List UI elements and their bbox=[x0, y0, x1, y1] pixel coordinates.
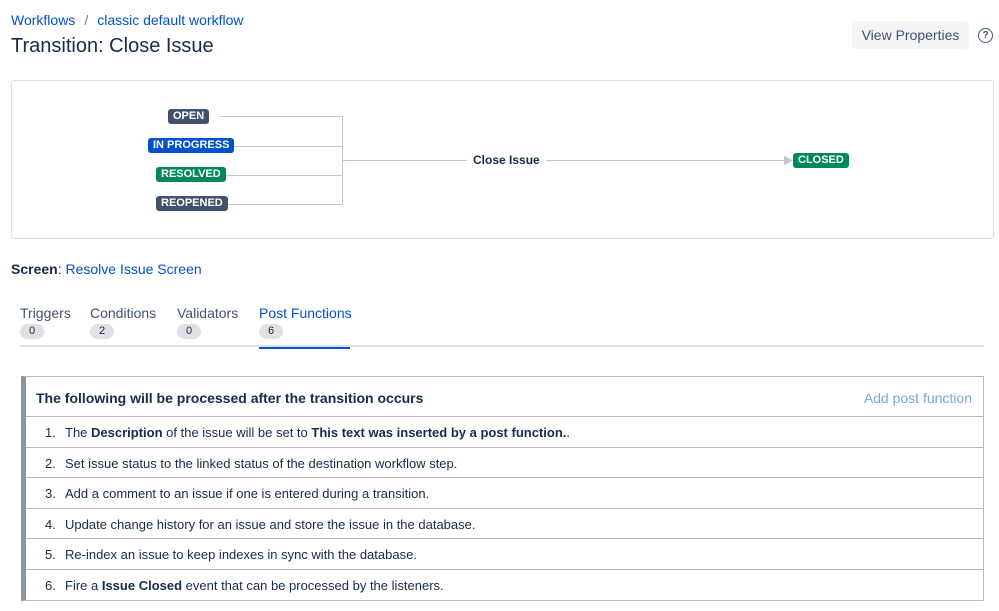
post-function-row: 5. Re-index an issue to keep indexes in … bbox=[26, 539, 983, 570]
tab-conditions-count: 2 bbox=[90, 324, 114, 339]
tab-validators-count: 0 bbox=[177, 324, 201, 339]
post-function-number: 2. bbox=[45, 455, 56, 471]
breadcrumb-separator: / bbox=[84, 12, 89, 28]
breadcrumb: Workflows / classic default workflow bbox=[11, 12, 243, 28]
post-function-row: 6. Fire a Issue Closed event that can be… bbox=[26, 570, 983, 601]
post-function-text: Set issue status to the linked status of… bbox=[65, 455, 458, 471]
tab-validators-label: Validators bbox=[177, 305, 239, 321]
post-function-number: 4. bbox=[45, 516, 56, 532]
tab-conditions-label: Conditions bbox=[90, 305, 157, 321]
post-function-row: 3. Add a comment to an issue if one is e… bbox=[26, 478, 983, 509]
screen-colon: : bbox=[57, 261, 62, 277]
text-bold: Issue Closed bbox=[101, 577, 183, 593]
status-closed-lozenge: CLOSED bbox=[793, 153, 849, 168]
help-icon[interactable]: ? bbox=[978, 28, 993, 43]
post-function-text: Re-index an issue to keep indexes in syn… bbox=[65, 547, 417, 562]
tab-triggers-count: 0 bbox=[20, 324, 44, 339]
tab-post-functions[interactable]: Post Functions 6 bbox=[259, 305, 352, 349]
post-function-row: 2. Set issue status to the linked status… bbox=[26, 448, 983, 478]
breadcrumb-workflow-link[interactable]: classic default workflow bbox=[97, 12, 243, 28]
text-part: The bbox=[65, 425, 92, 440]
post-function-text: Update change history for an issue and s… bbox=[65, 516, 476, 532]
text-part: of the issue will be set to bbox=[162, 425, 312, 440]
tab-triggers[interactable]: Triggers 0 bbox=[20, 305, 71, 347]
transition-tabs: Triggers 0 Conditions 2 Validators 0 Pos… bbox=[20, 305, 984, 349]
add-post-function-link[interactable]: Add post function bbox=[864, 390, 972, 406]
tab-conditions[interactable]: Conditions 2 bbox=[90, 305, 156, 347]
text-part: . bbox=[566, 425, 571, 440]
post-functions-table: The following will be processed after th… bbox=[21, 376, 984, 601]
post-function-number: 1. bbox=[45, 425, 56, 440]
text-bold: This text was inserted by a post functio… bbox=[311, 425, 567, 440]
tab-validators[interactable]: Validators 0 bbox=[177, 305, 238, 347]
text-part: Fire a bbox=[65, 577, 102, 593]
text-bold: Description bbox=[91, 425, 163, 440]
arrow-head bbox=[784, 155, 793, 166]
tab-post-functions-label: Post Functions bbox=[259, 305, 352, 321]
post-functions-header: The following will be processed after th… bbox=[26, 377, 983, 417]
screen-info: Screen: Resolve Issue Screen bbox=[11, 261, 202, 277]
screen-label: Screen bbox=[11, 261, 58, 277]
transition-diagram: OPEN IN PROGRESS RESOLVED REOPENED Close… bbox=[11, 80, 994, 239]
post-function-row: 4. Update change history for an issue an… bbox=[26, 509, 983, 539]
breadcrumb-workflows-link[interactable]: Workflows bbox=[11, 12, 75, 28]
text-part: event that can be processed by the liste… bbox=[182, 577, 444, 593]
transition-name: Close Issue bbox=[467, 152, 546, 168]
tab-triggers-label: Triggers bbox=[20, 305, 71, 321]
post-function-text: The Description of the issue will be set… bbox=[65, 425, 570, 440]
status-resolved-lozenge: RESOLVED bbox=[156, 167, 226, 182]
post-function-number: 5. bbox=[45, 547, 56, 562]
page-title: Transition: Close Issue bbox=[11, 35, 214, 57]
view-properties-button[interactable]: View Properties bbox=[852, 21, 969, 49]
post-function-text: Fire a Issue Closed event that can be pr… bbox=[65, 578, 444, 593]
post-function-row: 1. The Description of the issue will be … bbox=[26, 417, 983, 448]
post-function-text: Add a comment to an issue if one is ente… bbox=[65, 486, 430, 501]
post-functions-heading: The following will be processed after th… bbox=[36, 390, 424, 406]
status-open-lozenge: OPEN bbox=[168, 109, 210, 124]
status-reopened-lozenge: REOPENED bbox=[156, 196, 228, 211]
post-function-number: 3. bbox=[45, 486, 56, 501]
status-in-progress-lozenge: IN PROGRESS bbox=[148, 138, 235, 153]
screen-link[interactable]: Resolve Issue Screen bbox=[65, 261, 201, 277]
tab-post-functions-count: 6 bbox=[259, 324, 283, 339]
post-function-number: 6. bbox=[45, 577, 56, 593]
